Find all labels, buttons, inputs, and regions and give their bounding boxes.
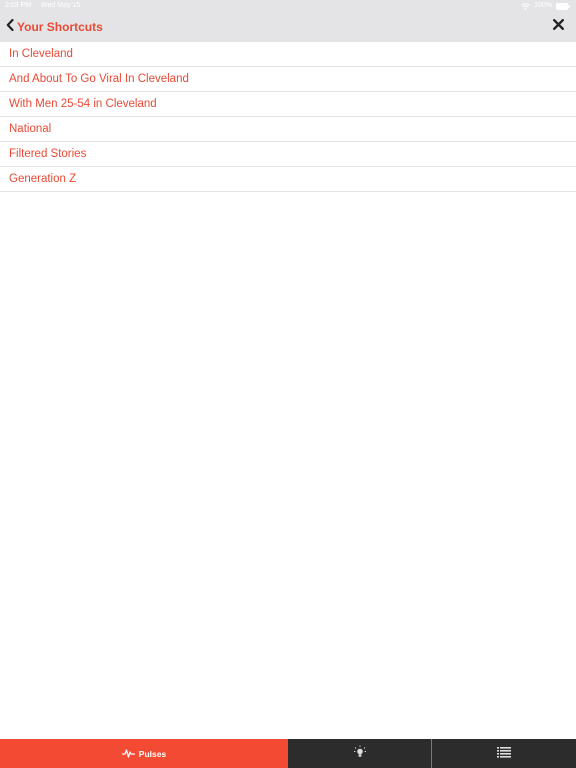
battery-percent: 100%	[534, 2, 552, 9]
shortcuts-list: In Cleveland And About To Go Viral In Cl…	[0, 42, 576, 192]
list-item[interactable]: In Cleveland	[0, 42, 576, 67]
tab-insights[interactable]	[288, 739, 432, 768]
list-item[interactable]: With Men 25-54 in Cleveland	[0, 92, 576, 117]
app: 2:03 PM Wed May 15 100% Your Shortcuts I…	[0, 0, 576, 768]
back-button[interactable]: Your Shortcuts	[6, 16, 103, 38]
list-item[interactable]: National	[0, 117, 576, 142]
close-icon	[552, 17, 564, 35]
tab-bar: Pulses	[0, 739, 576, 768]
pulse-icon	[121, 748, 135, 760]
list-icon	[497, 745, 511, 763]
list-item[interactable]: Filtered Stories	[0, 142, 576, 167]
header: Your Shortcuts	[0, 12, 576, 42]
battery-icon	[556, 2, 570, 10]
list-item[interactable]: Generation Z	[0, 167, 576, 192]
page-title: Your Shortcuts	[17, 20, 103, 34]
status-date: Wed May 15	[41, 2, 81, 9]
status-left: 2:03 PM Wed May 15	[5, 0, 88, 12]
close-button[interactable]	[548, 16, 568, 36]
tab-list[interactable]	[432, 739, 576, 768]
list-item[interactable]: And About To Go Viral In Cleveland	[0, 67, 576, 92]
status-time: 2:03 PM	[5, 2, 32, 9]
status-bar: 2:03 PM Wed May 15 100%	[0, 0, 576, 12]
tab-pulses[interactable]: Pulses	[0, 739, 288, 768]
wifi-icon	[521, 2, 530, 10]
status-right: 100%	[521, 0, 570, 12]
chevron-left-icon	[6, 18, 14, 36]
tab-pulses-label: Pulses	[138, 748, 167, 759]
lightbulb-icon	[353, 745, 366, 763]
